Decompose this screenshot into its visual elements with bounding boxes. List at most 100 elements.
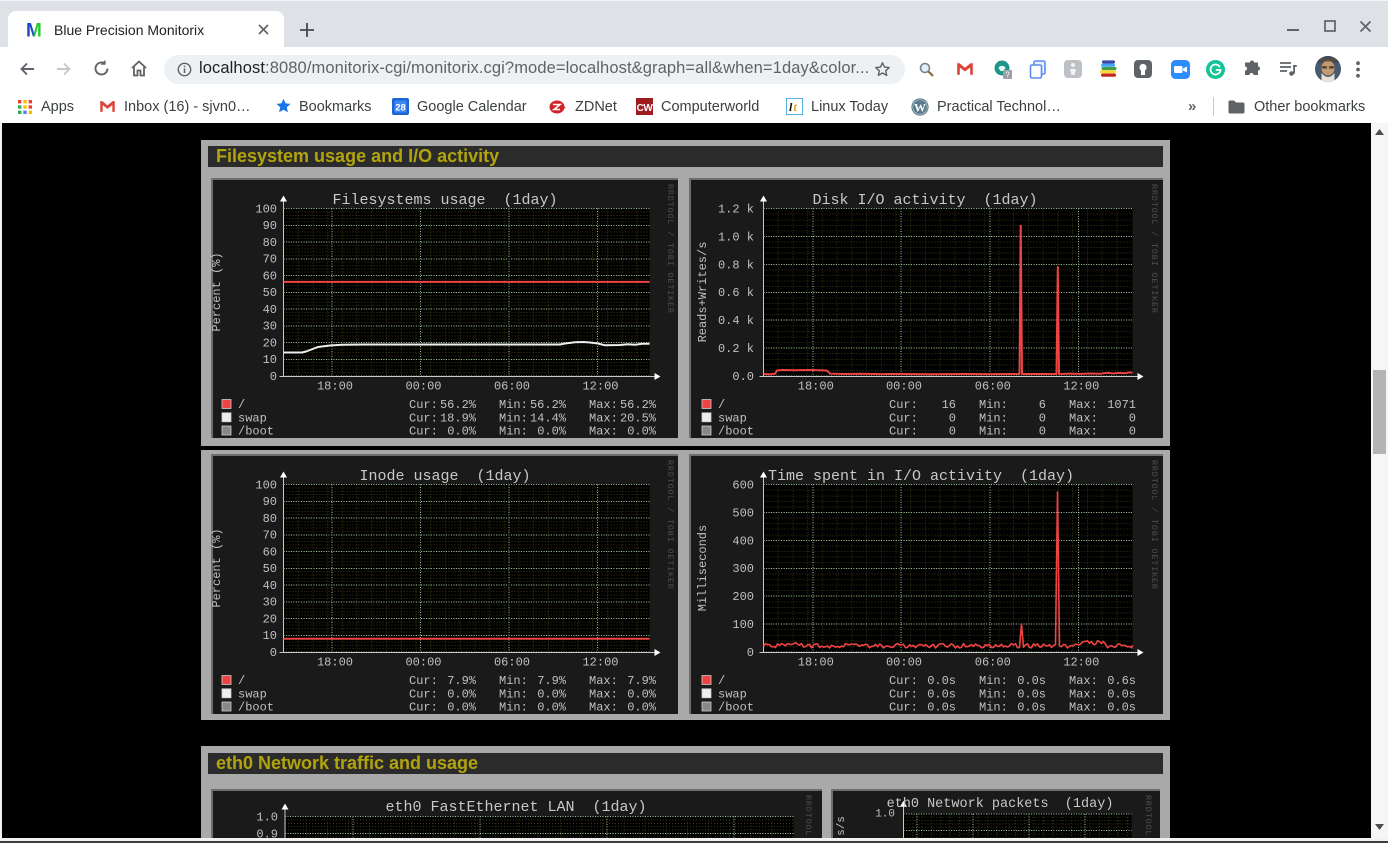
svg-text:Cur:: Cur: (409, 425, 438, 439)
svg-text:0.4 k: 0.4 k (718, 314, 754, 328)
svg-text:200: 200 (732, 590, 754, 604)
svg-text:Max:: Max: (1069, 701, 1098, 715)
svg-text:7.9%: 7.9% (447, 674, 477, 688)
svg-text:0.6 k: 0.6 k (718, 286, 754, 300)
svg-text:Min:: Min: (979, 398, 1008, 412)
svg-text:06:00: 06:00 (975, 380, 1011, 394)
svg-text:Cur:: Cur: (409, 701, 438, 715)
svg-text:0.0s: 0.0s (1017, 687, 1046, 701)
svg-text:18.9%: 18.9% (440, 411, 477, 425)
svg-text:0: 0 (1129, 425, 1136, 439)
svg-text:0: 0 (949, 425, 956, 439)
svg-text:?: ? (1005, 71, 1010, 80)
svg-text:0: 0 (270, 370, 277, 384)
svg-text:90: 90 (263, 219, 277, 233)
svg-text:06:00: 06:00 (975, 656, 1011, 670)
svg-text:1.0 k: 1.0 k (718, 230, 754, 244)
svg-text:eth0 Network packets (1day): eth0 Network packets (1day) (887, 797, 1114, 812)
svg-text:10: 10 (263, 629, 277, 643)
svg-text:56.2%: 56.2% (440, 398, 477, 412)
svg-text:0.0s: 0.0s (927, 674, 956, 688)
svg-text:Cur:: Cur: (409, 674, 438, 688)
svg-text:Cur:: Cur: (409, 398, 438, 412)
svg-text:RRDTOOL / TOBI OETIKER: RRDTOOL / TOBI OETIKER (1149, 184, 1159, 314)
svg-text:100: 100 (255, 479, 277, 493)
svg-text:W: W (914, 100, 926, 114)
svg-text:Reads+Writes/s: Reads+Writes/s (696, 242, 710, 343)
svg-text:swap: swap (238, 411, 267, 425)
svg-text:Percent (%): Percent (%) (211, 252, 224, 331)
svg-text:18:00: 18:00 (317, 380, 353, 394)
svg-text:Min:: Min: (499, 411, 528, 425)
svg-text:400: 400 (732, 534, 754, 548)
svg-text:Cur:: Cur: (409, 687, 438, 701)
svg-text:0.0s: 0.0s (927, 687, 956, 701)
svg-text:s/s: s/s (836, 816, 848, 836)
svg-text:Max:: Max: (589, 398, 618, 412)
svg-text:10: 10 (263, 353, 277, 367)
svg-text:Max:: Max: (1069, 425, 1098, 439)
svg-text:7.9%: 7.9% (627, 674, 657, 688)
svg-text:/: / (718, 674, 725, 688)
svg-text:100: 100 (732, 618, 754, 632)
svg-text:0: 0 (1039, 425, 1046, 439)
svg-text:/boot: /boot (718, 701, 754, 715)
svg-text:0.2 k: 0.2 k (718, 342, 754, 356)
svg-text:Max:: Max: (589, 425, 618, 439)
svg-text:0.0%: 0.0% (447, 425, 477, 439)
svg-text:20: 20 (263, 612, 277, 626)
svg-text:Cur:: Cur: (889, 687, 918, 701)
svg-text:0.0s: 0.0s (1107, 701, 1136, 715)
svg-text:18:00: 18:00 (317, 656, 353, 670)
svg-text:40: 40 (263, 579, 277, 593)
svg-text:0.0%: 0.0% (537, 425, 567, 439)
svg-text:Time spent in I/O activity (1: Time spent in I/O activity (1day) (768, 468, 1074, 485)
svg-text:Max:: Max: (1069, 674, 1098, 688)
svg-text:0.0%: 0.0% (537, 701, 567, 715)
svg-text:Min:: Min: (499, 674, 528, 688)
svg-text:CW: CW (637, 103, 653, 114)
svg-text:80: 80 (263, 512, 277, 526)
svg-text:0.0%: 0.0% (627, 425, 657, 439)
svg-text:0: 0 (1129, 411, 1136, 425)
svg-text:100: 100 (255, 203, 277, 217)
svg-text:30: 30 (263, 596, 277, 610)
svg-text:0: 0 (747, 646, 754, 660)
svg-text:0.6s: 0.6s (1107, 674, 1136, 688)
svg-text:Max:: Max: (589, 411, 618, 425)
svg-text:500: 500 (732, 506, 754, 520)
svg-text:6: 6 (1039, 398, 1046, 412)
svg-text:1.0: 1.0 (256, 811, 278, 825)
svg-text:Min:: Min: (499, 687, 528, 701)
svg-text:Disk I/O activity (1day): Disk I/O activity (1day) (812, 192, 1037, 209)
svg-text:Min:: Min: (499, 701, 528, 715)
svg-text:Cur:: Cur: (409, 411, 438, 425)
svg-text:0.0s: 0.0s (1017, 674, 1046, 688)
svg-text:0: 0 (270, 646, 277, 660)
svg-text:Max:: Max: (589, 687, 618, 701)
svg-text:28: 28 (395, 102, 406, 113)
svg-text:0.0%: 0.0% (537, 687, 567, 701)
svg-text:swap: swap (718, 687, 747, 701)
svg-text:Max:: Max: (589, 674, 618, 688)
svg-text:0.8 k: 0.8 k (718, 258, 754, 272)
svg-text:18:00: 18:00 (798, 380, 834, 394)
svg-text:20.5%: 20.5% (620, 411, 657, 425)
svg-text:M: M (26, 21, 42, 41)
svg-text:7.9%: 7.9% (537, 674, 567, 688)
svg-text:00:00: 00:00 (886, 656, 922, 670)
svg-text:swap: swap (238, 687, 267, 701)
svg-text:RRDTOOL / TOBI OETIKER: RRDTOOL / TOBI OETIKER (665, 184, 675, 314)
svg-text:06:00: 06:00 (494, 656, 530, 670)
svg-text:Min:: Min: (979, 701, 1008, 715)
svg-text:/boot: /boot (238, 701, 274, 715)
svg-text:1.0: 1.0 (875, 809, 895, 821)
svg-text:Filesystems usage (1day): Filesystems usage (1day) (332, 192, 557, 209)
svg-text:RRDTOOL / TOBI OETIKER: RRDTOOL / TOBI OETIKER (1143, 795, 1153, 843)
svg-text:0.0%: 0.0% (447, 687, 477, 701)
svg-text:56.2%: 56.2% (620, 398, 657, 412)
svg-text:Min:: Min: (979, 687, 1008, 701)
svg-text:60: 60 (263, 545, 277, 559)
svg-text:swap: swap (718, 411, 747, 425)
svg-text:50: 50 (263, 562, 277, 576)
